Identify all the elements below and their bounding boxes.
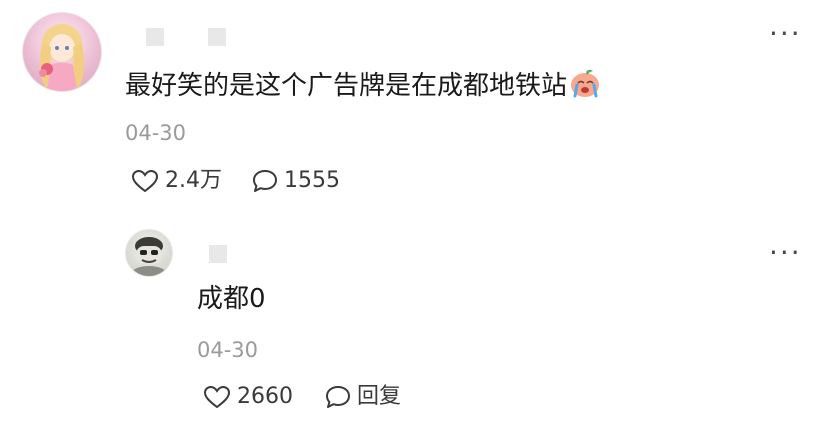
avatar[interactable] — [125, 229, 173, 277]
speech-bubble-icon — [253, 170, 277, 192]
avatar-illustration — [131, 237, 167, 276]
reply-count: 1555 — [284, 168, 340, 193]
reply-date: 04-30 — [197, 338, 259, 362]
reply-button[interactable]: 回复 — [325, 385, 401, 409]
like-count: 2.4万 — [165, 168, 222, 193]
username-placeholder[interactable] — [146, 28, 164, 46]
like-button[interactable]: 2660 — [203, 385, 293, 409]
comment-date: 04-30 — [125, 121, 187, 145]
comment-text: 最好笑的是这个广告牌是在成都地铁站 — [125, 68, 601, 103]
username-placeholder[interactable] — [209, 245, 227, 263]
crying-face-emoji — [569, 68, 601, 103]
speech-bubble-icon — [326, 386, 350, 408]
comment-reply-button[interactable]: 1555 — [252, 169, 340, 193]
avatar-illustration — [39, 24, 84, 91]
like-button[interactable]: 2.4万 — [131, 169, 222, 193]
like-count: 2660 — [237, 384, 293, 409]
heart-icon — [203, 385, 231, 409]
more-dots-icon[interactable]: ··· — [769, 239, 802, 267]
more-dots-icon[interactable]: ··· — [769, 20, 802, 48]
reply-text: 成都0 — [197, 284, 266, 314]
heart-icon — [131, 169, 159, 193]
username-placeholder[interactable] — [208, 28, 226, 46]
reply-label: 回复 — [357, 384, 402, 409]
avatar[interactable] — [22, 12, 102, 92]
